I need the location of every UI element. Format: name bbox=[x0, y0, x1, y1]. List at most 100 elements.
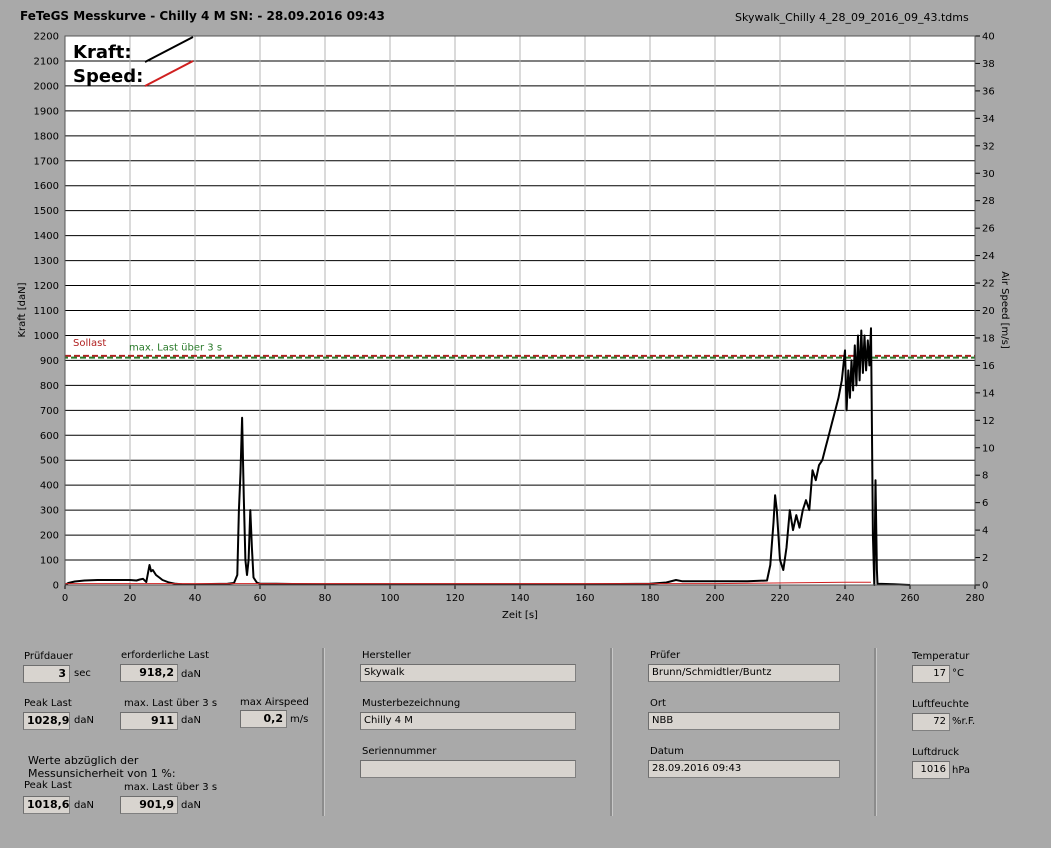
legend-speed-label: Speed: bbox=[73, 66, 143, 87]
muster-label: Musterbezeichnung bbox=[362, 698, 461, 709]
x-tick-label: 220 bbox=[770, 593, 789, 604]
hersteller-label: Hersteller bbox=[362, 650, 411, 661]
x-tick-label: 260 bbox=[900, 593, 919, 604]
y2-tick-label: 30 bbox=[982, 169, 995, 180]
peak-last-label: Peak Last bbox=[24, 698, 72, 709]
x-tick-label: 100 bbox=[380, 593, 399, 604]
separator bbox=[322, 648, 325, 816]
y-tick-label: 2000 bbox=[34, 81, 59, 92]
pruefdauer-label: Prüfdauer bbox=[24, 651, 73, 662]
y-tick-label: 1500 bbox=[34, 206, 59, 217]
y2-tick-label: 8 bbox=[982, 471, 988, 482]
ort-field: NBB bbox=[648, 712, 840, 730]
y-tick-label: 700 bbox=[40, 406, 59, 417]
datum-label: Datum bbox=[650, 746, 684, 757]
y2-tick-label: 32 bbox=[982, 141, 995, 152]
x-tick-label: 200 bbox=[705, 593, 724, 604]
y2-tick-label: 18 bbox=[982, 333, 995, 344]
temperatur-field: 17 bbox=[912, 665, 950, 683]
x-tick-label: 0 bbox=[62, 593, 68, 604]
peak-last-field: 1028,9 bbox=[23, 712, 70, 730]
y2-axis-label: Air Speed [m/s] bbox=[999, 271, 1010, 349]
y2-tick-label: 6 bbox=[982, 498, 988, 509]
x-tick-label: 240 bbox=[835, 593, 854, 604]
y2-tick-label: 2 bbox=[982, 553, 988, 564]
y2-tick-label: 36 bbox=[982, 86, 995, 97]
y-tick-label: 1700 bbox=[34, 156, 59, 167]
luftfeuchte-unit: %r.F. bbox=[952, 716, 976, 727]
max-airspeed-label: max Airspeed bbox=[240, 697, 309, 708]
ort-label: Ort bbox=[650, 698, 666, 709]
separator bbox=[610, 648, 613, 816]
x-tick-label: 280 bbox=[965, 593, 984, 604]
erf-last-unit: daN bbox=[181, 669, 201, 680]
max-last2-unit: daN bbox=[181, 800, 201, 811]
y-tick-label: 1200 bbox=[34, 281, 59, 292]
y2-tick-label: 28 bbox=[982, 196, 995, 207]
x-tick-label: 160 bbox=[575, 593, 594, 604]
y-tick-label: 1800 bbox=[34, 131, 59, 142]
y2-tick-label: 26 bbox=[982, 224, 995, 235]
y-tick-label: 900 bbox=[40, 356, 59, 367]
y-tick-label: 2200 bbox=[34, 32, 59, 43]
max-last-field: 911 bbox=[120, 712, 178, 730]
x-axis-label: Zeit [s] bbox=[502, 610, 538, 621]
max-airspeed-field: 0,2 bbox=[240, 710, 287, 728]
note-line-2: Messunsicherheit von 1 %: bbox=[28, 767, 176, 780]
y-tick-label: 1900 bbox=[34, 106, 59, 117]
y2-tick-label: 14 bbox=[982, 388, 995, 399]
y2-tick-label: 16 bbox=[982, 361, 995, 372]
temperatur-label: Temperatur bbox=[912, 651, 970, 662]
legend-kraft-label: Kraft: bbox=[73, 42, 132, 63]
temperatur-unit: °C bbox=[952, 668, 964, 679]
max-last-unit: daN bbox=[181, 715, 201, 726]
reference-label-sollast: Sollast bbox=[73, 338, 106, 349]
y-axis-label: Kraft [daN] bbox=[17, 282, 28, 337]
luftdruck-unit: hPa bbox=[952, 765, 971, 776]
erf-last-label: erforderliche Last bbox=[121, 650, 210, 661]
peak-last2-label: Peak Last bbox=[24, 780, 72, 791]
reference-label-max-last: max. Last über 3 s bbox=[129, 343, 222, 354]
peak-last-unit: daN bbox=[74, 715, 94, 726]
y-tick-label: 200 bbox=[40, 531, 59, 542]
max-last2-label: max. Last über 3 s bbox=[124, 782, 218, 793]
serien-label: Seriennummer bbox=[362, 746, 437, 757]
y-tick-label: 400 bbox=[40, 481, 59, 492]
y-tick-label: 100 bbox=[40, 556, 59, 567]
luftdruck-field: 1016 bbox=[912, 761, 950, 779]
y-tick-label: 1000 bbox=[34, 331, 59, 342]
y-tick-label: 600 bbox=[40, 431, 59, 442]
y-tick-label: 800 bbox=[40, 381, 59, 392]
x-tick-label: 140 bbox=[510, 593, 529, 604]
muster-field: Chilly 4 M bbox=[360, 712, 576, 730]
y-tick-label: 2100 bbox=[34, 56, 59, 67]
y2-tick-label: 40 bbox=[982, 32, 995, 43]
max-last2-field: 901,9 bbox=[120, 796, 178, 814]
y-tick-label: 1100 bbox=[34, 306, 59, 317]
datum-field: 28.09.2016 09:43 bbox=[648, 760, 840, 778]
hersteller-field: Skywalk bbox=[360, 664, 576, 682]
peak-last2-field: 1018,6 bbox=[23, 796, 70, 814]
luftfeuchte-label: Luftfeuchte bbox=[912, 699, 969, 710]
y2-tick-label: 10 bbox=[982, 443, 995, 454]
y2-tick-label: 24 bbox=[982, 251, 995, 262]
luftdruck-label: Luftdruck bbox=[912, 747, 960, 758]
max-airspeed-unit: m/s bbox=[290, 714, 309, 725]
y-tick-label: 1300 bbox=[34, 256, 59, 267]
x-tick-label: 80 bbox=[319, 593, 332, 604]
peak-last2-unit: daN bbox=[74, 800, 94, 811]
force-speed-chart: 0100200300400500600700800900100011001200… bbox=[17, 32, 1010, 622]
luftfeuchte-field: 72 bbox=[912, 713, 950, 731]
y2-tick-label: 12 bbox=[982, 416, 995, 427]
y2-tick-label: 22 bbox=[982, 279, 995, 290]
pruefdauer-unit: sec bbox=[74, 668, 91, 679]
pruefer-label: Prüfer bbox=[650, 650, 681, 661]
x-tick-label: 180 bbox=[640, 593, 659, 604]
serien-field bbox=[360, 760, 576, 778]
note-line-1: Werte abzüglich der bbox=[28, 754, 139, 767]
x-tick-label: 120 bbox=[445, 593, 464, 604]
y2-tick-label: 4 bbox=[982, 526, 988, 537]
x-tick-label: 20 bbox=[124, 593, 137, 604]
y2-tick-label: 20 bbox=[982, 306, 995, 317]
y2-tick-label: 38 bbox=[982, 59, 995, 70]
